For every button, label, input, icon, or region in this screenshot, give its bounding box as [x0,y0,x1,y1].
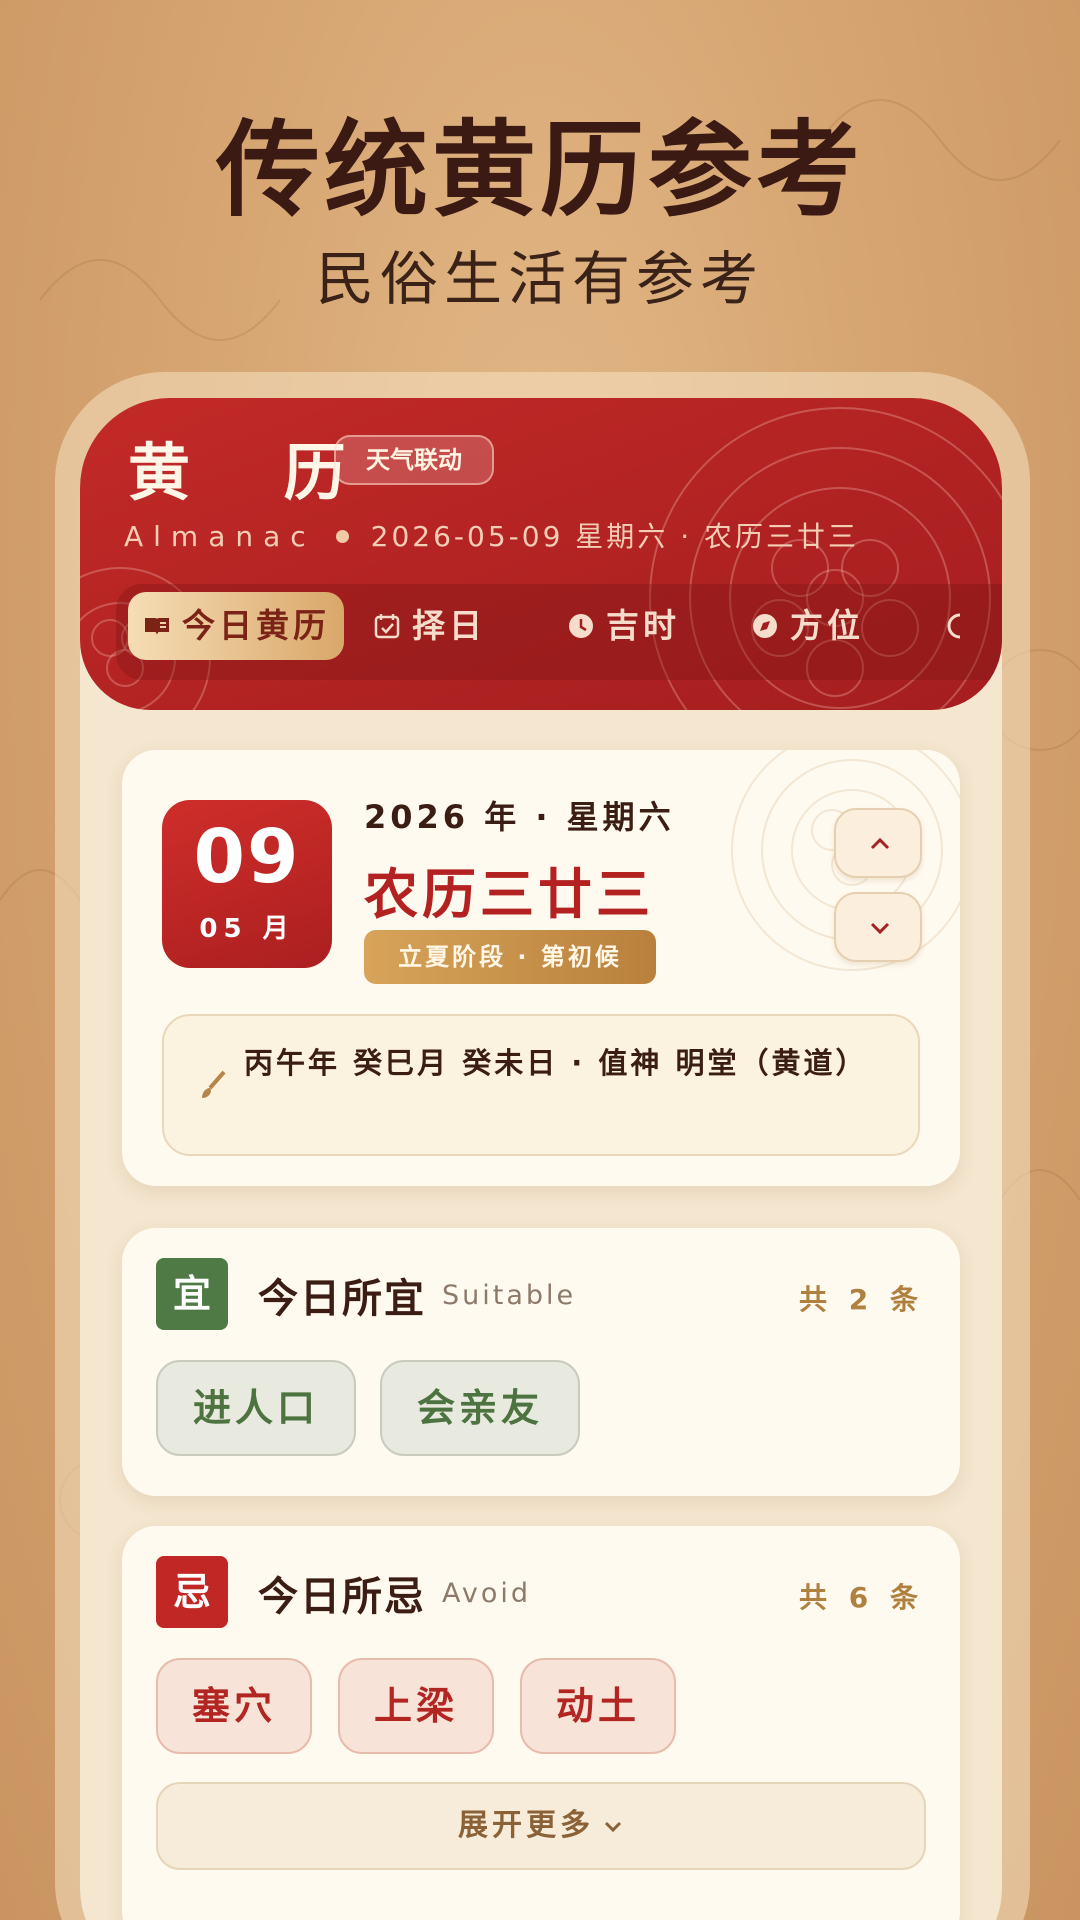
partial-tab-icon [947,613,961,639]
expand-more-label: 展开更多 [458,1808,594,1843]
ganzhi-info-box: 丙午年 癸巳月 癸未日 · 值神 明堂（黄道） [162,1014,920,1156]
avoid-card: 忌 今日所忌 Avoid 共 6 条 塞穴 上梁 动土 展开更多 [122,1526,960,1920]
previous-day-button[interactable] [834,808,922,878]
avoid-chip[interactable]: 塞穴 [156,1658,312,1754]
avoid-chip[interactable]: 上梁 [338,1658,494,1754]
tab-label: 方位 [790,606,864,645]
suitable-en-label: Suitable [442,1280,577,1311]
tab-today-almanac[interactable]: 今日黄历 [128,592,344,660]
book-icon [145,618,169,635]
suitable-count: 共 2 条 [799,1283,924,1316]
tab-lucky-hours[interactable]: 吉时 [552,592,694,660]
chevron-down-icon [870,922,890,935]
tab-label: 今日黄历 [182,606,330,645]
hero-title: 传统黄历参考 [215,109,864,231]
suitable-card: 宜 今日所宜 Suitable 共 2 条 进人口 会亲友 [122,1228,960,1496]
date-card: 09 05 月 2026 年 · 星期六 农历三廿三 立夏阶段 · 第初候 丙午… [122,750,960,1186]
lunar-date: 农历三廿三 [364,863,654,926]
suitable-chip[interactable]: 进人口 [156,1360,356,1456]
suitable-chip[interactable]: 会亲友 [380,1360,580,1456]
date-badge: 09 05 月 [162,800,332,968]
avoid-en-label: Avoid [442,1578,532,1609]
separator-dot [335,529,349,543]
tab-label: 择日 [412,606,486,645]
suitable-icon: 宜 [156,1258,228,1330]
tab-direction[interactable]: 方位 [736,592,878,660]
app-screen: 黄 历 天气联动 Almanac 2026-05-09 星期六 · 农历三廿三 今… [80,398,1002,1920]
ganzhi-text: 丙午年 癸巳月 癸未日 · 值神 明堂（黄道） [244,1046,868,1080]
brush-icon [202,1070,226,1098]
weather-link-badge[interactable]: 天气联动 [334,435,494,485]
header-date-line: Almanac 2026-05-09 星期六 · 农历三廿三 [124,515,859,555]
solar-term-badge: 立夏阶段 · 第初候 [364,930,656,984]
avoid-icon: 忌 [156,1556,228,1628]
avoid-count: 共 6 条 [799,1581,924,1614]
avoid-chip[interactable]: 动土 [520,1658,676,1754]
avoid-title: 今日所忌 [258,1574,426,1620]
tab-bar: 今日黄历 择日 吉时 方位 [116,584,1002,680]
suitable-title: 今日所宜 [258,1276,426,1322]
compass-icon [753,614,777,638]
clock-icon [569,614,593,638]
tab-label: 吉时 [606,606,680,645]
calendar-check-icon [374,614,400,639]
tab-choose-day[interactable]: 择日 [358,592,500,660]
month-label: 05 月 [199,914,295,944]
almanac-en-label: Almanac [124,520,316,553]
header-date-text: 2026-05-09 星期六 · 农历三廿三 [370,520,859,553]
chevron-up-icon [870,837,890,850]
day-number: 09 [193,814,301,900]
almanac-header: 黄 历 天气联动 Almanac 2026-05-09 星期六 · 农历三廿三 今… [80,398,1002,710]
expand-more-button[interactable]: 展开更多 [156,1782,926,1870]
tab-more-partial[interactable] [946,592,976,660]
hero-subtitle: 民俗生活有参考 [315,245,764,313]
year-weekday: 2026 年 · 星期六 [364,798,675,836]
chevron-down-icon [604,1821,622,1832]
next-day-button[interactable] [834,892,922,962]
